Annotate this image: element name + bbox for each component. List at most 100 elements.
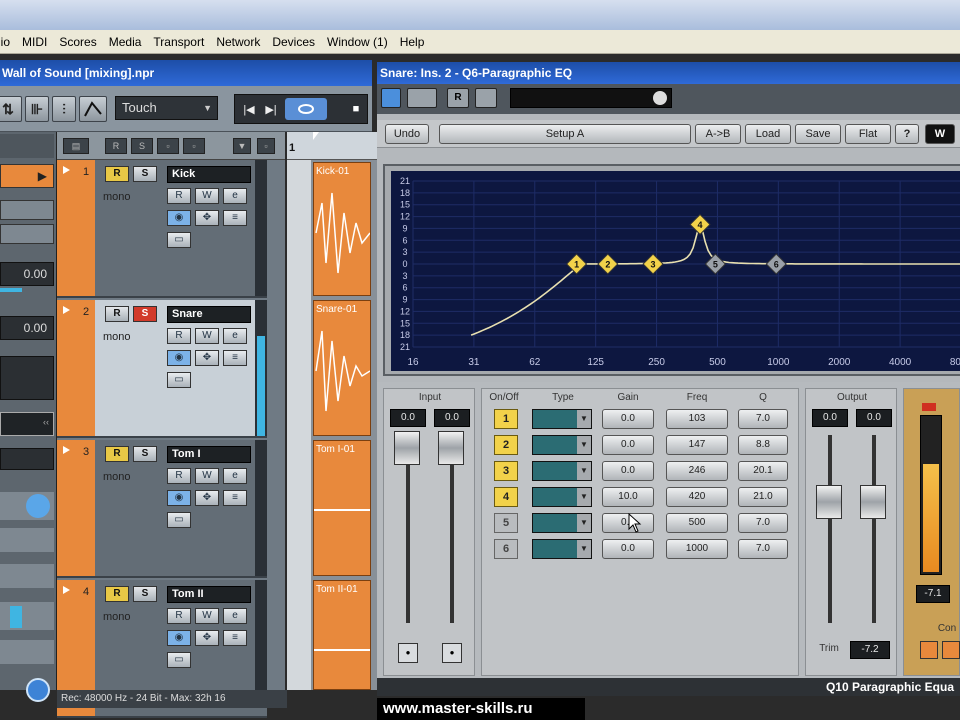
go-to-start-icon[interactable]: |◀	[239, 98, 259, 120]
write-automation-button[interactable]: W	[195, 608, 219, 624]
inspector-pan-value[interactable]: 0.00	[0, 316, 54, 340]
flat-button[interactable]: Flat	[845, 124, 891, 144]
con-button[interactable]	[942, 641, 960, 659]
inspector-send-row-1[interactable]	[0, 528, 54, 552]
move-icon[interactable]: ✥	[195, 490, 219, 506]
input-right-value[interactable]: 0.0	[434, 409, 470, 427]
band-6-toggle[interactable]: 6	[494, 539, 518, 559]
move-icon[interactable]: ✥	[195, 350, 219, 366]
track-button-4[interactable]: ▫	[183, 138, 205, 154]
track-list-settings-icon[interactable]: ▫	[257, 138, 275, 154]
monitor-button[interactable]: ◉	[167, 630, 191, 646]
lane-icon[interactable]: ≡	[223, 210, 247, 226]
lane-icon[interactable]: ≡	[223, 350, 247, 366]
read-button[interactable]: R	[447, 88, 469, 108]
eq-response-graph[interactable]: 21 18 15 12 9 6 3 0 3 6 9 12 15 18 21 16 31 62 125 250 500 10…	[391, 171, 960, 371]
move-icon[interactable]: ✥	[195, 210, 219, 226]
edit-channel-icon[interactable]: e	[223, 188, 247, 204]
go-to-end-icon[interactable]: ▶|	[261, 98, 281, 120]
band-3-type-select[interactable]: ▼	[532, 461, 592, 481]
menu-network[interactable]: Network	[216, 35, 260, 49]
band-5-type-select[interactable]: ▼	[532, 513, 592, 533]
audio-clip[interactable]: Tom II-01	[313, 580, 371, 690]
record-automation-button[interactable]: R	[167, 468, 191, 484]
band-4-toggle[interactable]: 4	[494, 487, 518, 507]
read-button[interactable]: R	[105, 446, 129, 462]
edit-channel-icon[interactable]: e	[223, 608, 247, 624]
input-left-value[interactable]: 0.0	[390, 409, 426, 427]
band-6-q[interactable]: 7.0	[738, 539, 788, 559]
inspector-channel-row[interactable]	[0, 602, 54, 630]
band-1-toggle[interactable]: 1	[494, 409, 518, 429]
record-automation-button[interactable]: R	[167, 188, 191, 204]
folder-icon[interactable]: ▭	[167, 652, 191, 668]
lane-icon[interactable]: ≡	[223, 490, 247, 506]
band-2-gain[interactable]: 0.0	[602, 435, 654, 455]
stop-button[interactable]: ■	[345, 98, 367, 120]
band-1-q[interactable]: 7.0	[738, 409, 788, 429]
toolbar-edit-button[interactable]: ⇅	[0, 96, 22, 122]
write-automation-button[interactable]: W	[195, 468, 219, 484]
record-automation-button[interactable]: R	[167, 328, 191, 344]
band-3-freq[interactable]: 246	[666, 461, 728, 481]
band-3-gain[interactable]: 0.0	[602, 461, 654, 481]
band-4-gain[interactable]: 10.0	[602, 487, 654, 507]
record-automation-button[interactable]: R	[167, 608, 191, 624]
inspector-eq-row[interactable]	[0, 492, 54, 520]
audio-clip[interactable]: Tom I-01	[313, 440, 371, 576]
band-5-freq[interactable]: 500	[666, 513, 728, 533]
menu-transport[interactable]: Transport	[153, 35, 204, 49]
inspector-send-row-2[interactable]	[0, 564, 54, 588]
record-enable-icon[interactable]	[26, 678, 50, 702]
waves-logo-button[interactable]: W	[925, 124, 955, 144]
toolbar-mixer-button[interactable]: ⊪	[25, 96, 49, 122]
menu-help[interactable]: Help	[400, 35, 425, 49]
input-link-button[interactable]: ●	[398, 643, 418, 663]
eq-enable-icon[interactable]	[26, 494, 50, 518]
edit-channel-icon[interactable]: e	[223, 328, 247, 344]
track-name[interactable]: Tom I	[167, 446, 251, 463]
inspector-tool-row-2[interactable]	[0, 224, 54, 244]
band-3-q[interactable]: 20.1	[738, 461, 788, 481]
band-2-toggle[interactable]: 2	[494, 435, 518, 455]
folder-icon[interactable]: ▭	[167, 512, 191, 528]
lane-icon[interactable]: ≡	[223, 630, 247, 646]
band-1-gain[interactable]: 0.0	[602, 409, 654, 429]
setup-button[interactable]: Setup A	[439, 124, 691, 144]
save-button[interactable]: Save	[795, 124, 841, 144]
folder-icon[interactable]: ▭	[167, 232, 191, 248]
output-right-value[interactable]: 0.0	[856, 409, 892, 427]
track-row-selected[interactable]: 2 R S Snare mono R W e ◉ ✥ ≡ ▭	[57, 300, 267, 438]
arrange-area[interactable]: Kick-01 Snare-01 Tom I-01 Tom II-01	[287, 160, 377, 690]
track-list-view-icon[interactable]: ▤	[63, 138, 89, 154]
menu-devices[interactable]: Devices	[272, 35, 315, 49]
band-5-toggle[interactable]: 5	[494, 513, 518, 533]
bypass-power-icon[interactable]	[381, 88, 401, 108]
folder-icon[interactable]: ▭	[167, 372, 191, 388]
track-button-3[interactable]: ▫	[157, 138, 179, 154]
load-button[interactable]: Load	[745, 124, 791, 144]
write-automation-button[interactable]: W	[195, 188, 219, 204]
move-icon[interactable]: ✥	[195, 630, 219, 646]
cycle-loop-button[interactable]	[285, 98, 327, 120]
edit-channel-icon[interactable]: e	[223, 468, 247, 484]
input-right-fader[interactable]	[438, 431, 464, 465]
track-name[interactable]: Tom II	[167, 586, 251, 603]
inspector-volume-value[interactable]: 0.00	[0, 262, 54, 286]
read-button[interactable]: R	[105, 586, 129, 602]
menu-studio[interactable]: dio	[0, 35, 10, 49]
band-2-type-select[interactable]: ▼	[532, 435, 592, 455]
con-button[interactable]	[920, 641, 938, 659]
monitor-button[interactable]: ◉	[167, 490, 191, 506]
inspector-insert-slot[interactable]: ‹‹	[0, 412, 54, 436]
track-name[interactable]: Kick	[167, 166, 251, 183]
track-row[interactable]: 3 R S Tom I mono R W e ◉ ✥ ≡ ▭	[57, 440, 267, 578]
expand-arrow-icon[interactable]	[63, 166, 70, 174]
monitor-button[interactable]: ◉	[167, 350, 191, 366]
inspector-tool-row-1[interactable]	[0, 200, 54, 220]
band-4-type-select[interactable]: ▼	[532, 487, 592, 507]
eq-window-title[interactable]: Snare: Ins. 2 - Q6-Paragraphic EQ	[377, 62, 960, 84]
read-button[interactable]: R	[105, 306, 129, 322]
solo-all-button[interactable]: S	[131, 138, 153, 154]
inspector-track-color[interactable]: ▶	[0, 164, 54, 188]
